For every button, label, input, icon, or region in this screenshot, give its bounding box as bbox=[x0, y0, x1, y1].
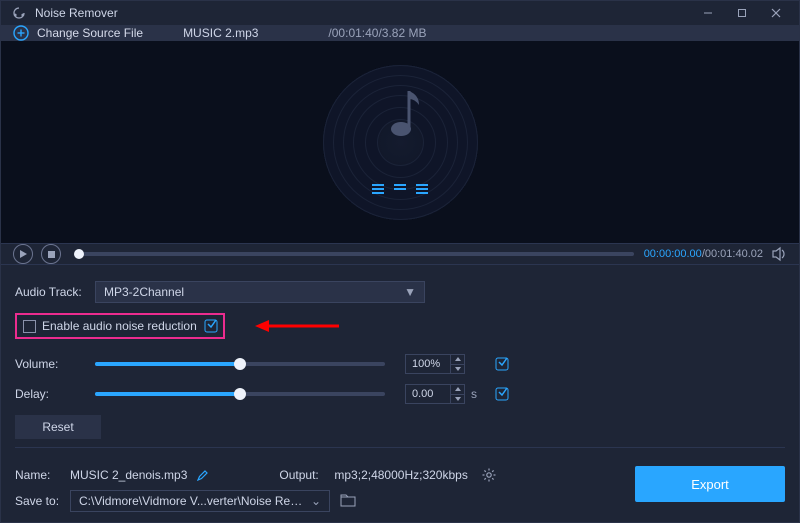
delay-unit: s bbox=[471, 387, 481, 401]
noise-reduction-highlight: Enable audio noise reduction bbox=[15, 313, 225, 339]
audio-track-label: Audio Track: bbox=[15, 285, 95, 299]
change-source-button[interactable]: Change Source File bbox=[37, 26, 143, 40]
delay-value[interactable]: 0.00 bbox=[405, 384, 451, 404]
volume-label: Volume: bbox=[15, 357, 95, 371]
delay-slider[interactable] bbox=[95, 392, 385, 396]
chevron-down-icon: ▼ bbox=[404, 285, 416, 299]
seek-knob[interactable] bbox=[74, 249, 84, 259]
audio-disc-visual bbox=[323, 65, 478, 220]
volume-value[interactable]: 100% bbox=[405, 354, 451, 374]
volume-icon[interactable] bbox=[771, 246, 787, 262]
volume-slider[interactable] bbox=[95, 362, 385, 366]
saveto-label: Save to: bbox=[15, 494, 70, 508]
export-button[interactable]: Export bbox=[635, 466, 785, 502]
delay-step-up[interactable] bbox=[451, 384, 465, 394]
annotation-arrow bbox=[255, 318, 339, 334]
audio-track-select[interactable]: MP3-2Channel ▼ bbox=[95, 281, 425, 303]
volume-step-up[interactable] bbox=[451, 354, 465, 364]
audio-track-row: Audio Track: MP3-2Channel ▼ bbox=[15, 277, 785, 307]
noise-reduction-apply-icon[interactable] bbox=[203, 319, 223, 333]
reset-button[interactable]: Reset bbox=[15, 415, 101, 439]
delay-slider-fill bbox=[95, 392, 240, 396]
delay-row: Delay: 0.00 s bbox=[15, 379, 785, 409]
controls-panel: Audio Track: MP3-2Channel ▼ Enable audio… bbox=[1, 265, 799, 454]
rename-icon[interactable] bbox=[197, 469, 209, 481]
noise-reduction-label: Enable audio noise reduction bbox=[42, 319, 203, 333]
delay-label: Delay: bbox=[15, 387, 95, 401]
delay-apply-icon[interactable] bbox=[495, 387, 509, 401]
preview-area bbox=[1, 41, 799, 243]
volume-slider-fill bbox=[95, 362, 240, 366]
seek-slider[interactable] bbox=[79, 252, 634, 256]
separator bbox=[15, 447, 785, 448]
output-format: mp3;2;48000Hz;320kbps bbox=[334, 468, 467, 482]
delay-slider-knob[interactable] bbox=[234, 388, 246, 400]
footer-panel: Name: MUSIC 2_denois.mp3 Output: mp3;2;4… bbox=[1, 454, 799, 523]
play-button[interactable] bbox=[13, 244, 33, 264]
noise-reduction-checkbox[interactable] bbox=[23, 320, 36, 333]
volume-row: Volume: 100% bbox=[15, 349, 785, 379]
source-meta: /00:01:40/3.82 MB bbox=[328, 26, 426, 40]
timecode: 00:00:00.00/00:01:40.02 bbox=[644, 248, 763, 260]
output-settings-icon[interactable] bbox=[482, 468, 496, 482]
name-label: Name: bbox=[15, 468, 70, 482]
delay-step-down[interactable] bbox=[451, 394, 465, 405]
volume-spin bbox=[451, 354, 465, 374]
audio-track-value: MP3-2Channel bbox=[104, 285, 184, 299]
equalizer-icon bbox=[372, 184, 428, 194]
source-filename: MUSIC 2.mp3 bbox=[183, 26, 258, 40]
saveto-select[interactable]: C:\Vidmore\Vidmore V...verter\Noise Remo… bbox=[70, 490, 330, 512]
plus-icon[interactable] bbox=[13, 25, 29, 41]
open-folder-icon[interactable] bbox=[340, 494, 356, 508]
delay-spin bbox=[451, 384, 465, 404]
output-label: Output: bbox=[279, 468, 334, 482]
music-note-icon bbox=[377, 85, 423, 145]
time-total: 00:01:40.02 bbox=[705, 248, 763, 260]
stop-button[interactable] bbox=[41, 244, 61, 264]
volume-stepper: 100% bbox=[405, 354, 465, 374]
delay-stepper: 0.00 bbox=[405, 384, 465, 404]
app-logo-icon bbox=[11, 5, 27, 21]
source-toolbar: Change Source File MUSIC 2.mp3 /00:01:40… bbox=[1, 25, 799, 41]
volume-step-down[interactable] bbox=[451, 364, 465, 375]
time-current: 00:00:00.00 bbox=[644, 248, 702, 260]
output-filename: MUSIC 2_denois.mp3 bbox=[70, 468, 187, 482]
window-title: Noise Remover bbox=[35, 6, 691, 20]
noise-reduction-row: Enable audio noise reduction bbox=[15, 313, 785, 339]
chevron-down-icon: ⌄ bbox=[311, 494, 321, 508]
saveto-path: C:\Vidmore\Vidmore V...verter\Noise Remo… bbox=[79, 494, 311, 508]
app-window: Noise Remover Change Source File MUSIC 2… bbox=[0, 0, 800, 523]
titlebar: Noise Remover bbox=[1, 1, 799, 25]
window-controls bbox=[691, 1, 793, 25]
maximize-button[interactable] bbox=[725, 1, 759, 25]
volume-slider-knob[interactable] bbox=[234, 358, 246, 370]
minimize-button[interactable] bbox=[691, 1, 725, 25]
close-button[interactable] bbox=[759, 1, 793, 25]
playback-bar: 00:00:00.00/00:01:40.02 bbox=[1, 243, 799, 265]
volume-apply-icon[interactable] bbox=[495, 357, 509, 371]
